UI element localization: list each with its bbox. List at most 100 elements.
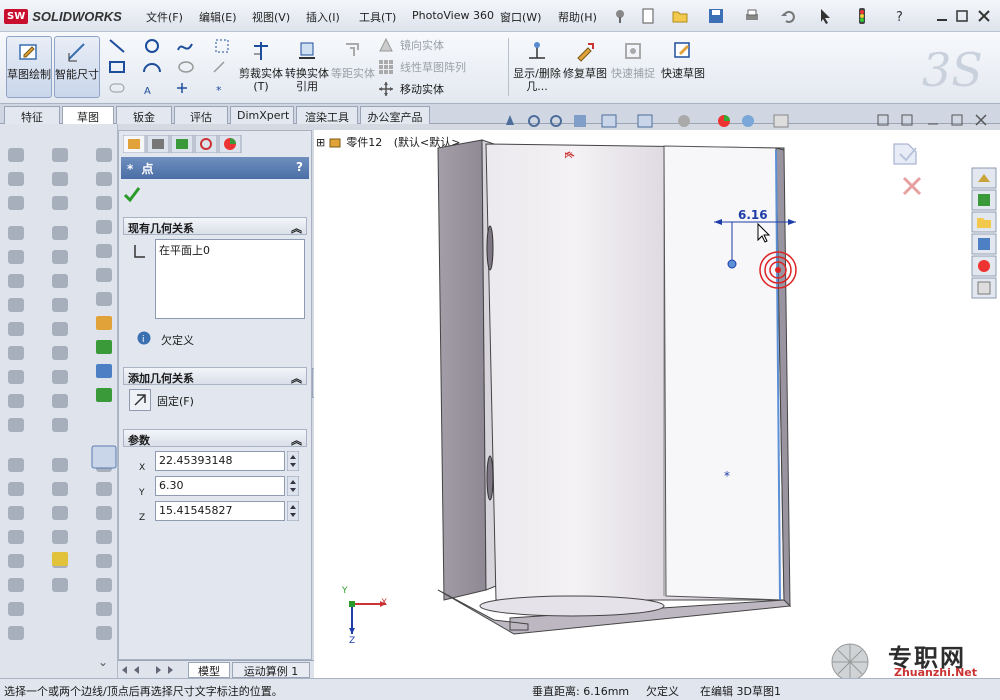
repair-sketch-button[interactable]: 修复草图 <box>562 36 608 98</box>
tab-render-tools[interactable]: 渲染工具 <box>296 106 358 124</box>
menu-view[interactable]: 视图(V) <box>252 9 290 25</box>
ok-check-icon[interactable] <box>123 185 141 203</box>
dimension-text[interactable]: 6.16 <box>738 208 768 222</box>
close-icon[interactable] <box>976 8 992 24</box>
fix-relation-label[interactable]: 固定(F) <box>157 393 194 409</box>
y-spinner-icon[interactable] <box>287 476 299 496</box>
mirror-entities-button[interactable]: 镜向实体 <box>378 36 444 54</box>
x-spinner-icon[interactable] <box>287 451 299 471</box>
rapid-sketch-button[interactable]: 快速草图 <box>660 36 706 98</box>
existing-relations-list[interactable]: 在平面上0 <box>155 239 305 319</box>
linear-pattern-button[interactable]: 线性草图阵列 <box>378 58 466 76</box>
watermark-globe-icon <box>831 643 869 678</box>
pin-icon[interactable] <box>612 8 628 24</box>
svg-text:3S: 3S <box>922 43 983 94</box>
tab-dimxpert[interactable]: DimXpert <box>230 106 294 124</box>
sketch-entity-tools[interactable]: A * <box>106 36 234 98</box>
smart-dimension-label: 智能尺寸 <box>55 68 99 81</box>
new-file-icon[interactable] <box>640 8 656 24</box>
tab-evaluate[interactable]: 评估 <box>174 106 228 124</box>
tab-sketch[interactable]: 草图 <box>62 106 114 124</box>
pm-help-button[interactable]: ? <box>296 160 303 174</box>
select-arrow-icon[interactable] <box>818 8 834 24</box>
parameters-header[interactable]: 参数 ︽ <box>123 429 307 447</box>
toolbar-icons[interactable]: ⌄ <box>0 128 118 668</box>
rapid-sketch-label: 快速草图 <box>661 67 705 80</box>
x-coord-label: X <box>139 463 146 473</box>
triad-z-label: Z <box>349 636 356 646</box>
existing-relations-header[interactable]: 现有几何关系 ︽ <box>123 217 307 235</box>
pm-tab-icons[interactable] <box>123 135 243 153</box>
menu-file[interactable]: 文件(F) <box>146 9 183 25</box>
tab-sheet-metal[interactable]: 钣金 <box>116 106 172 124</box>
undo-icon[interactable] <box>780 8 796 24</box>
offset-entities-button[interactable]: 等距实体 <box>330 36 376 98</box>
toolbar-divider <box>508 38 509 96</box>
logo-text: SOLIDWORKS <box>32 8 122 24</box>
parameters-title: 参数 <box>128 434 150 447</box>
show-delete-relations-button[interactable]: 显示/删除几... <box>512 36 562 98</box>
tab-model[interactable]: 模型 <box>188 662 230 678</box>
move-label: 移动实体 <box>400 83 444 96</box>
convert-entities-button[interactable]: 转换实体引用 <box>284 36 330 98</box>
traffic-light-icon[interactable] <box>854 8 870 24</box>
tab-motion-study[interactable]: 运动算例 1 <box>232 662 310 678</box>
svg-text:A: A <box>144 86 151 97</box>
svg-text:⌄: ⌄ <box>98 655 108 668</box>
print-icon[interactable] <box>744 8 760 24</box>
menu-window[interactable]: 窗口(W) <box>500 9 541 25</box>
graphics-area[interactable]: ⊞ 零件12 (默认<默认>_ ⋉ * 6.16 X Z Y 专职网 Zhuan… <box>314 114 1000 679</box>
fix-relation-icon[interactable] <box>129 389 151 411</box>
tab-scroll-arrows-icon[interactable] <box>120 664 184 676</box>
collapse-icon[interactable]: ︽ <box>291 220 302 235</box>
origin-mark: ⋉ <box>564 151 573 161</box>
tab-features[interactable]: 特征 <box>4 106 60 124</box>
menu-help[interactable]: 帮助(H) <box>558 9 597 25</box>
z-spinner-icon[interactable] <box>287 501 299 521</box>
offset-label: 等距实体 <box>331 67 375 80</box>
collapse-icon[interactable]: ︽ <box>291 370 302 385</box>
move-icon <box>379 82 393 96</box>
menu-insert[interactable]: 插入(I) <box>306 9 340 25</box>
restore-icon[interactable] <box>954 8 970 24</box>
minimize-icon[interactable] <box>934 8 950 24</box>
menu-tools[interactable]: 工具(T) <box>359 9 396 25</box>
command-tabs: 特征 草图 钣金 评估 DimXpert 渲染工具 办公室产品 <box>0 104 1000 124</box>
part-model-3d[interactable]: ⋉ * <box>314 130 1000 678</box>
viewport-window-controls[interactable] <box>876 112 996 128</box>
z-coord-label: Z <box>139 513 146 523</box>
model-tabs-bar: 模型 运动算例 1 <box>118 660 314 678</box>
save-icon[interactable] <box>708 8 724 24</box>
trim-icon <box>254 42 268 60</box>
status-message: 选择一个或两个边线/顶点后再选择尺寸文字标注的位置。 <box>4 685 283 698</box>
collapse-icon[interactable]: ︽ <box>291 432 302 447</box>
smart-dimension-button[interactable]: 智能尺寸 <box>54 36 100 98</box>
quick-snap-label: 快速捕捉 <box>611 67 655 80</box>
definition-status: 欠定义 <box>161 334 194 347</box>
open-folder-icon[interactable] <box>672 8 688 24</box>
tab-office-products[interactable]: 办公室产品 <box>360 106 430 124</box>
add-relations-title: 添加几何关系 <box>128 372 194 385</box>
task-pane-tabs[interactable] <box>970 166 998 306</box>
y-coordinate-input[interactable]: 6.30 <box>155 476 285 496</box>
relation-item[interactable]: 在平面上0 <box>159 242 301 258</box>
move-entities-button[interactable]: 移动实体 <box>378 80 444 98</box>
menu-photoview[interactable]: PhotoView 360 <box>412 9 494 22</box>
menu-edit[interactable]: 编辑(E) <box>199 9 237 25</box>
help-icon[interactable]: ? <box>892 8 908 24</box>
y-coord-label: Y <box>139 488 145 498</box>
trim-entities-button[interactable]: 剪裁实体(T) <box>238 36 284 98</box>
linear-pattern-label: 线性草图阵列 <box>400 61 466 74</box>
status-editing: 在编辑 3D草图1 <box>700 685 781 698</box>
warning-icon <box>379 37 393 52</box>
sketch-button[interactable]: 草图绘制 <box>6 36 52 98</box>
x-coordinate-input[interactable]: 22.45393148 <box>155 451 285 471</box>
ds-logo-icon: 3S <box>922 43 983 94</box>
z-coordinate-input[interactable]: 15.41545827 <box>155 501 285 521</box>
title-bar: SW SOLIDWORKS 文件(F) 编辑(E) 视图(V) 插入(I) 工具… <box>0 0 1000 32</box>
mirror-label: 镜向实体 <box>400 39 444 52</box>
confirmation-corner[interactable] <box>886 138 926 196</box>
add-relations-header[interactable]: 添加几何关系 ︽ <box>123 367 307 385</box>
heads-up-view-toolbar[interactable] <box>502 112 802 130</box>
quick-snap-button[interactable]: 快速捕捉 <box>610 36 656 98</box>
